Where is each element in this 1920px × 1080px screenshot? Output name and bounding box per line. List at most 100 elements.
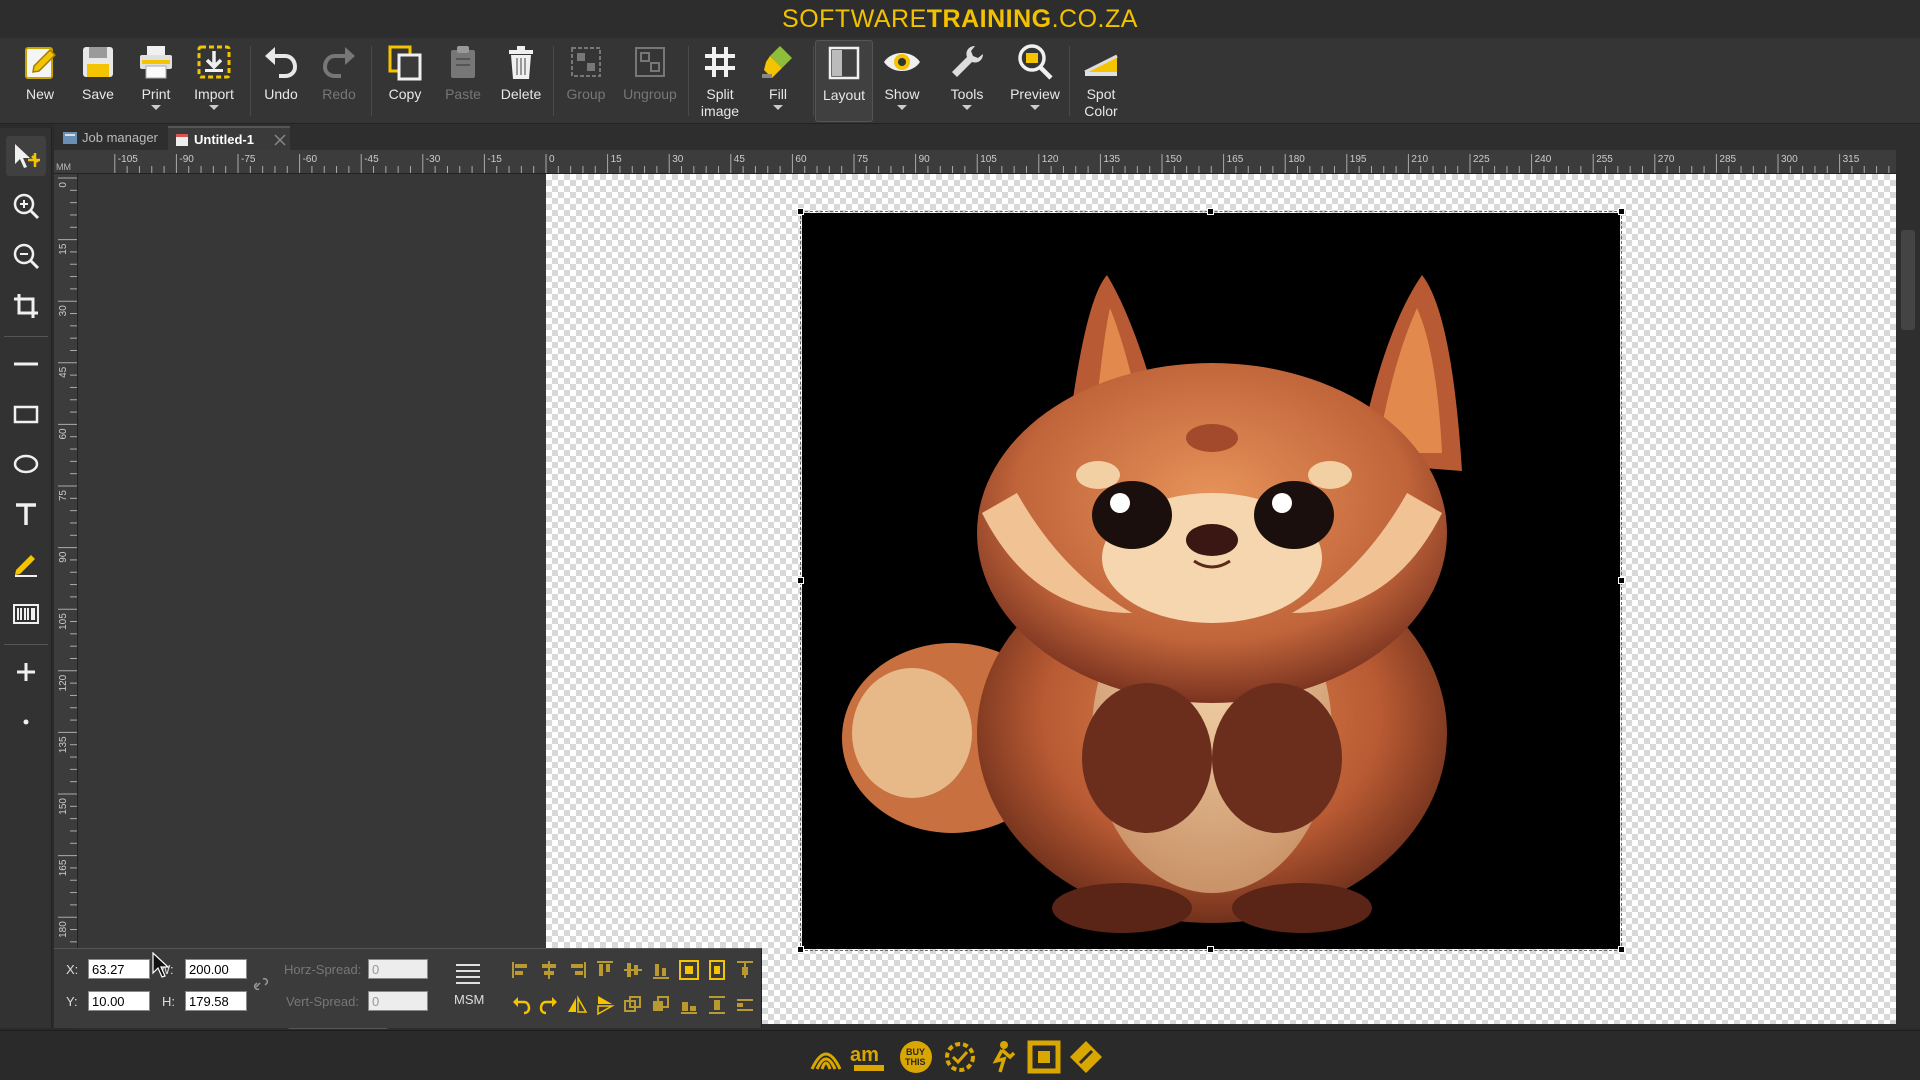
resize-handle-sw[interactable] [797,946,804,953]
line-icon [14,362,38,366]
resize-handle-nw[interactable] [797,208,804,215]
y-input[interactable] [88,991,150,1011]
paint-brush-icon [762,46,792,78]
ruler-tick-label: -75 [241,154,256,165]
print-label: Print [141,86,171,102]
canvas-workspace[interactable] [78,174,1896,1028]
copy-button[interactable]: Copy [376,40,434,122]
zoom-out-tool[interactable] [6,236,46,276]
barcode-tool[interactable] [6,594,46,634]
vertical-scrollbar[interactable] [1896,150,1920,1028]
tab-job-manager[interactable]: Job manager [56,126,166,150]
resize-handle-s[interactable] [1207,946,1214,953]
lock-ratio-icon[interactable] [250,973,272,995]
center-horizontal-icon[interactable] [678,959,700,981]
frame-icon [1027,1040,1061,1074]
point-tool[interactable] [6,702,46,742]
horz-spread-input[interactable] [368,959,428,979]
send-backward-icon[interactable] [650,994,672,1016]
zoom-out-icon [13,243,40,270]
y-label: Y: [66,994,78,1009]
buy-this-logo[interactable]: BUY THIS [898,1039,934,1075]
copy-label: Copy [388,86,422,102]
select-tool[interactable] [6,136,46,176]
align-top-icon[interactable] [594,959,616,981]
add-point-tool[interactable] [6,652,46,692]
layout-button[interactable]: Layout [815,40,873,122]
preview-button[interactable]: Preview [1005,40,1065,122]
undo-button[interactable]: Undo [252,40,310,122]
text-tool[interactable] [6,494,46,534]
pencil-tool[interactable] [6,544,46,584]
spot-color-button[interactable]: Spot Color [1072,40,1130,122]
frame-logo[interactable] [1026,1039,1062,1075]
rotate-right-icon[interactable] [538,994,560,1016]
new-button[interactable]: New [11,40,69,122]
ungroup-button[interactable]: Ungroup [618,40,682,122]
brand-logo-1[interactable] [808,1039,844,1075]
align-menu-icon[interactable] [454,961,482,985]
print-button[interactable]: Print [127,40,185,122]
tools-dropdown-icon[interactable] [962,105,972,110]
zoom-in-tool[interactable] [6,186,46,226]
space-horizontal-icon[interactable] [678,994,700,1016]
ruler-unit-label: MM [56,162,71,172]
flip-horizontal-icon[interactable] [594,994,616,1016]
show-button[interactable]: Show [873,40,931,122]
vert-spread-input[interactable] [368,991,428,1011]
import-dropdown-icon[interactable] [209,105,219,110]
ruler-tick-label: 60 [58,428,69,440]
delete-button[interactable]: Delete [492,40,550,122]
close-icon[interactable] [274,134,286,146]
resize-handle-n[interactable] [1207,208,1214,215]
resize-handle-ne[interactable] [1618,208,1625,215]
height-input[interactable] [185,991,247,1011]
fill-dropdown-icon[interactable] [773,105,783,110]
redo-button[interactable]: Redo [310,40,368,122]
resize-handle-w[interactable] [797,577,804,584]
flip-vertical-icon[interactable] [566,994,588,1016]
show-dropdown-icon[interactable] [897,105,907,110]
group-button[interactable]: Group [557,40,615,122]
print-board[interactable] [546,174,1896,1028]
crop-tool[interactable] [6,286,46,326]
dot-icon [23,719,29,725]
import-button[interactable]: Import [185,40,243,122]
space-vertical-icon[interactable] [706,994,728,1016]
print-dropdown-icon[interactable] [151,105,161,110]
line-tool[interactable] [6,344,46,384]
distribute-rows-icon[interactable] [734,994,756,1016]
gear-badge-logo[interactable] [942,1039,978,1075]
am-logo[interactable]: am [848,1039,892,1075]
scroll-thumb[interactable] [1901,230,1915,330]
tools-button[interactable]: Tools [938,40,996,122]
align-left-icon[interactable] [510,959,532,981]
center-vertical-icon[interactable] [706,959,728,981]
fill-button[interactable]: Fill [749,40,807,122]
align-center-icon[interactable] [538,959,560,981]
resize-handle-se[interactable] [1618,946,1625,953]
ruler-tick-label: 90 [919,154,931,165]
rectangle-tool[interactable] [6,394,46,434]
save-button[interactable]: Save [69,40,127,122]
wrench-icon [952,46,983,77]
ellipse-tool[interactable] [6,444,46,484]
resize-handle-e[interactable] [1618,577,1625,584]
align-bottom-icon[interactable] [650,959,672,981]
x-input[interactable] [88,959,150,979]
width-input[interactable] [185,959,247,979]
bring-forward-icon[interactable] [622,994,644,1016]
align-middle-icon[interactable] [622,959,644,981]
import-icon [197,45,231,79]
align-right-icon[interactable] [566,959,588,981]
fox-image[interactable] [802,213,1620,949]
split-image-button[interactable]: Split image [691,40,749,122]
paste-button[interactable]: Paste [434,40,492,122]
msm-label: MSM [454,992,485,1007]
preview-dropdown-icon[interactable] [1030,105,1040,110]
figure-logo[interactable] [984,1039,1020,1075]
rotate-left-icon[interactable] [510,994,532,1016]
distribute-icon[interactable] [734,959,756,981]
tab-untitled-1[interactable]: Untitled-1 [168,126,290,150]
diamond-logo[interactable] [1068,1039,1104,1075]
